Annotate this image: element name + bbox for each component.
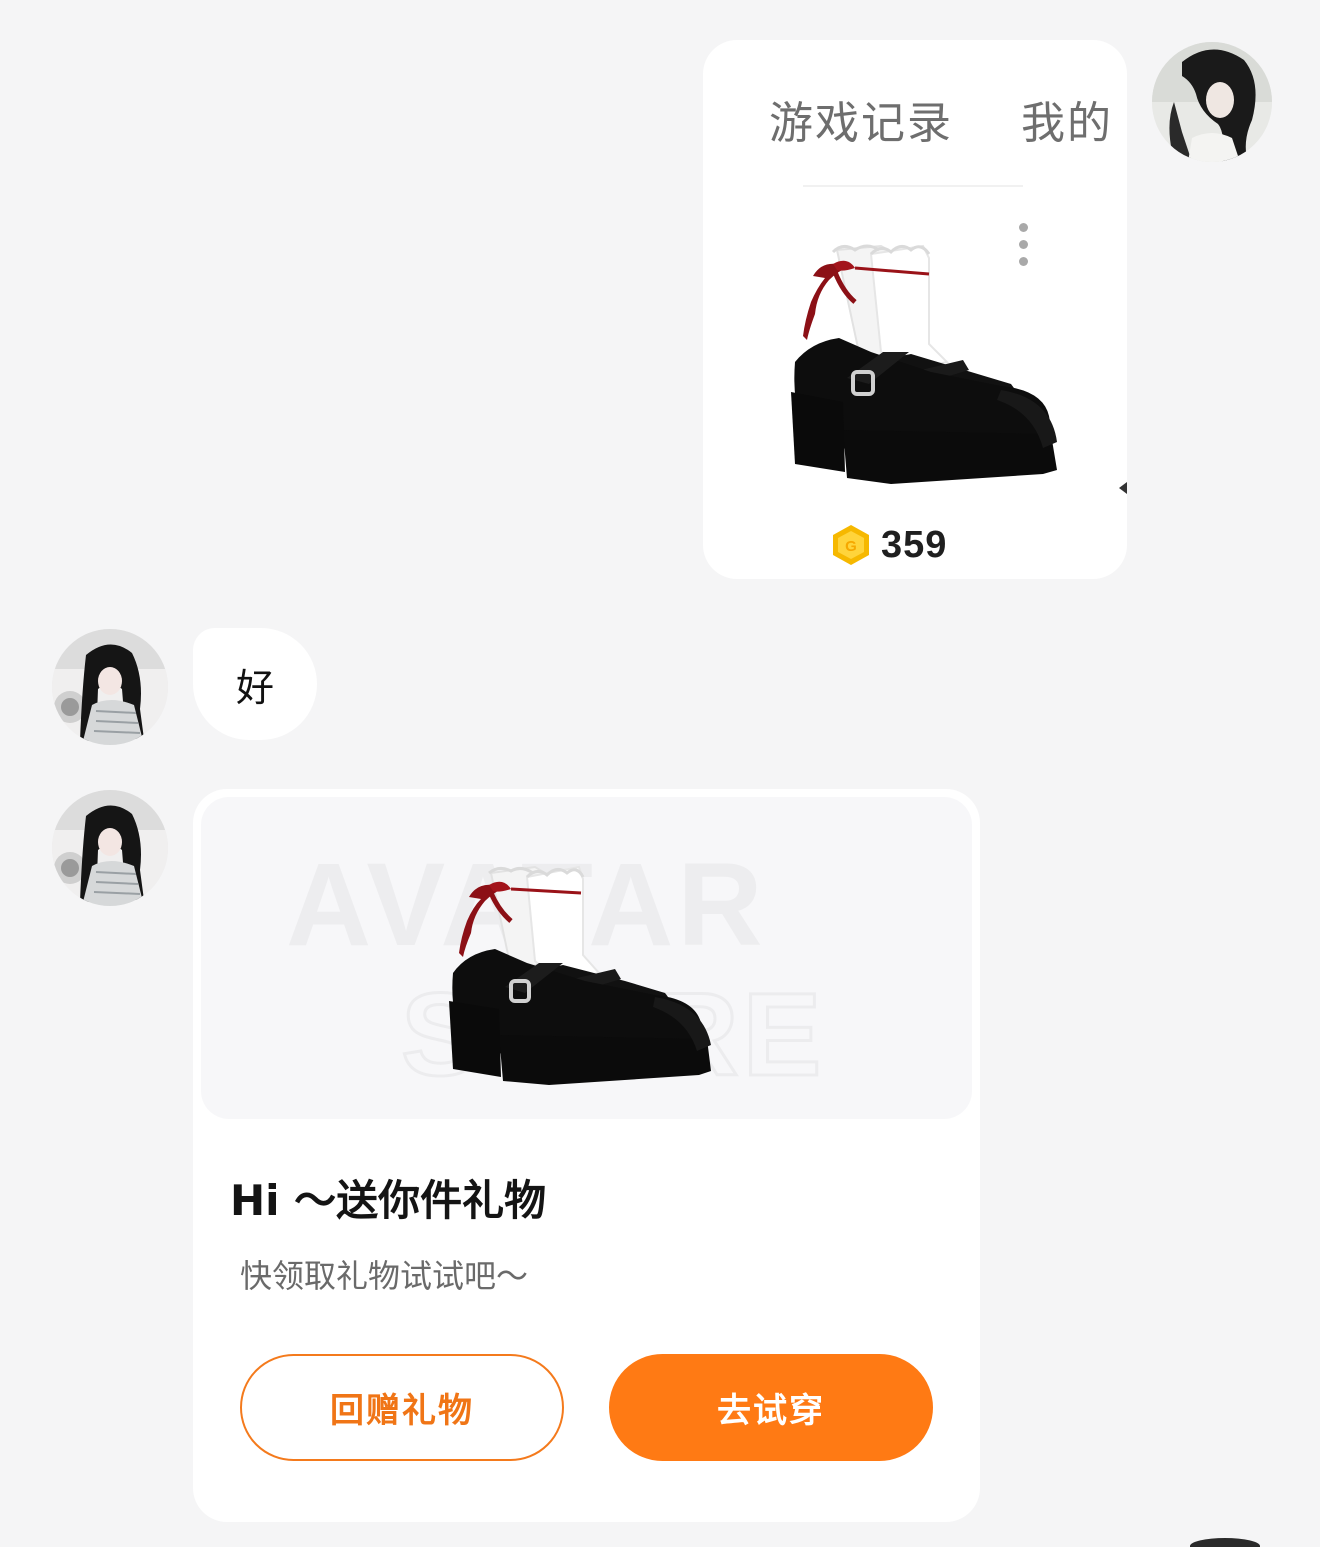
contact-avatar[interactable]: [52, 790, 168, 906]
partial-avatar: [1190, 1538, 1260, 1547]
gift-subtitle: 快领取礼物试试吧～: [240, 1257, 529, 1295]
divider: [803, 185, 1023, 187]
tab-my: 我的: [1021, 98, 1113, 149]
platform-shoe-image: [791, 244, 1057, 484]
try-on-button[interactable]: 去试穿: [609, 1354, 933, 1461]
shared-screenshot-message[interactable]: 游戏记录 我的 G 359: [703, 40, 1127, 579]
chevron-left-icon: [1119, 482, 1127, 494]
gift-banner: AVATAR STORE: [201, 797, 972, 1119]
vertical-ellipsis-icon[interactable]: [1017, 223, 1031, 271]
chat-screen: 游戏记录 我的 G 359 好 Hi ～送你件礼物 快领取礼物试试吧～ 回赠礼物…: [0, 0, 1320, 1547]
gold-g-coin-icon: G: [833, 525, 869, 565]
message-text: 好: [235, 665, 274, 710]
my-avatar[interactable]: [1152, 42, 1272, 162]
incoming-message-bubble[interactable]: 好: [193, 628, 317, 740]
gift-title: Hi ～送你件礼物: [230, 1176, 547, 1225]
screenshot-tab-bar: 游戏记录 我的: [703, 94, 1127, 154]
gift-message-card[interactable]: AVATAR STORE Hi ～: [193, 789, 980, 1522]
price-row: G 359: [831, 520, 947, 570]
contact-avatar[interactable]: [52, 629, 168, 745]
tab-game-records: 游戏记录: [769, 98, 953, 149]
price-value: 359: [881, 523, 948, 566]
svg-text:G: G: [845, 538, 857, 555]
return-gift-button[interactable]: 回赠礼物: [240, 1354, 564, 1461]
platform-shoe-image: [449, 865, 711, 1085]
